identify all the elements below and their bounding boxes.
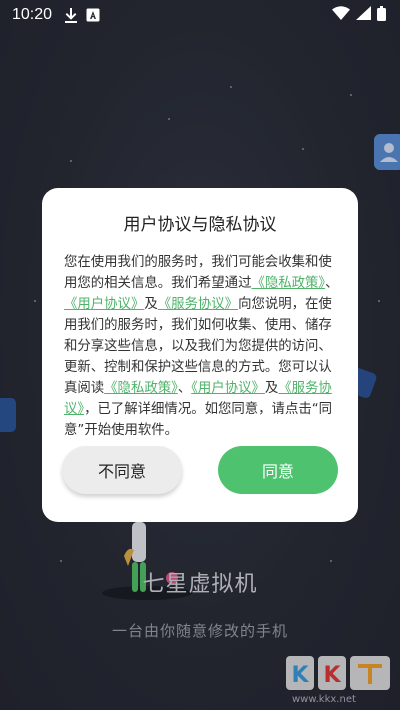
service-agreement-link[interactable]: 《服务协议》 <box>158 297 238 312</box>
status-time: 10:20 <box>12 6 53 23</box>
wifi-icon <box>332 6 350 24</box>
a-box-icon <box>86 8 100 22</box>
privacy-policy-link[interactable]: 《隐私政策》 <box>251 276 325 291</box>
dialog-body-text: 您在使用我们的服务时，我们可能会收集和使用您的相关信息。我们希望通过《隐私政策》… <box>64 252 342 441</box>
dialog-title: 用户协议与隐私协议 <box>123 215 277 235</box>
status-bar: 10:20 <box>0 0 400 30</box>
conjunction-text: 及 <box>144 297 158 312</box>
body-text: ，已了解详细情况。如您同意，请点击“同意”开始使用软件。 <box>64 402 333 438</box>
agree-button[interactable]: 同意 <box>218 446 338 494</box>
user-agreement-link[interactable]: 《用户协议》 <box>64 297 144 312</box>
agreement-dialog: 用户协议与隐私协议 您在使用我们的服务时，我们可能会收集和使用您的相关信息。我们… <box>42 188 358 522</box>
download-icon <box>64 7 78 23</box>
cellular-signal-icon <box>356 6 371 24</box>
app-screen: 七星虚拟机 一台由你随意修改的手机 K K www.kkx.net 10:20 <box>0 0 400 710</box>
battery-icon <box>377 5 386 25</box>
conjunction-text: 及 <box>264 381 279 396</box>
separator-text: 、 <box>177 381 192 396</box>
user-agreement-link-2[interactable]: 《用户协议》 <box>191 381 265 396</box>
separator-text: 、 <box>325 276 339 291</box>
privacy-policy-link-2[interactable]: 《隐私政策》 <box>104 381 178 396</box>
disagree-button[interactable]: 不同意 <box>62 446 182 494</box>
